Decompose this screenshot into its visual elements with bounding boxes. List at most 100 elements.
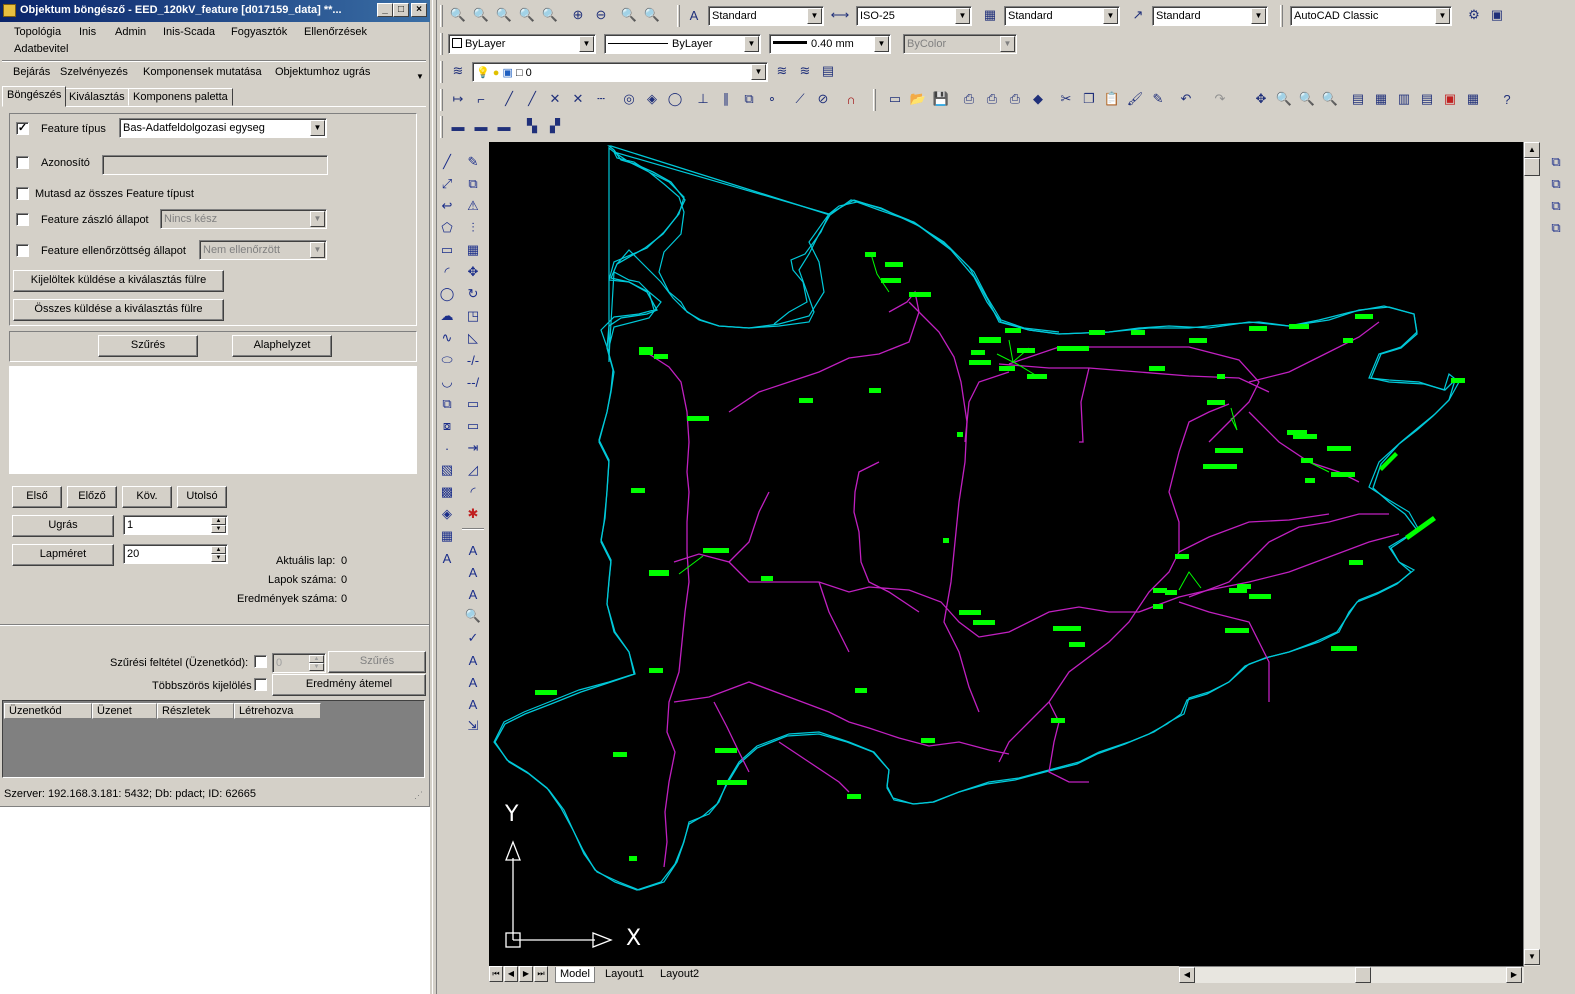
chevron-down-icon[interactable]: ▼: [1000, 36, 1015, 52]
plot-icon[interactable]: ⎙: [959, 89, 979, 109]
stretch-icon[interactable]: ◺: [463, 328, 483, 348]
column-header-letrehozva[interactable]: Létrehozva: [234, 703, 321, 719]
spline-icon[interactable]: ∿: [437, 328, 457, 348]
toolbar-bejaras[interactable]: Bejárás: [13, 66, 50, 78]
tab-next-icon[interactable]: ▶: [519, 966, 533, 982]
spin-up-icon[interactable]: ▲: [211, 517, 226, 525]
text-style-icon[interactable]: A: [684, 5, 704, 25]
page-size-button[interactable]: Lapméret: [12, 544, 114, 566]
text-style-select[interactable]: Standard ▼: [708, 6, 824, 26]
polygon-icon[interactable]: ⬠: [437, 218, 457, 238]
rotate-icon[interactable]: ↻: [463, 284, 483, 304]
save-icon[interactable]: 💾: [931, 89, 951, 109]
maximize-button[interactable]: □: [393, 3, 409, 17]
snap-insert-icon[interactable]: ⧉: [739, 89, 759, 109]
zoom-window-icon[interactable]: 🔍: [1297, 89, 1317, 109]
new-icon[interactable]: ▭: [885, 89, 905, 109]
column-header-reszletek[interactable]: Részletek: [157, 703, 234, 719]
spin-down-icon[interactable]: ▼: [211, 525, 226, 533]
multileader-style-icon[interactable]: ↗: [1128, 5, 1148, 25]
cut-icon[interactable]: ✂: [1056, 89, 1076, 109]
zoom-in-icon[interactable]: ⊕: [568, 5, 588, 25]
chevron-down-icon[interactable]: ▼: [744, 36, 759, 52]
spin-down-icon[interactable]: ▼: [309, 663, 324, 671]
chamfer-icon[interactable]: ◿: [463, 460, 483, 480]
zoom-all-icon[interactable]: 🔍: [619, 5, 639, 25]
checked-state-checkbox[interactable]: [16, 244, 29, 257]
snap-node-icon[interactable]: ∘: [762, 89, 782, 109]
mirror-icon[interactable]: ⚠: [463, 196, 483, 216]
multileader-style-select[interactable]: Standard ▼: [1152, 6, 1268, 26]
toolbar-grip[interactable]: [1280, 5, 1283, 27]
pan-realtime-icon[interactable]: ✥: [1251, 89, 1271, 109]
zoom-window-icon[interactable]: 🔍: [471, 5, 491, 25]
snap-perpendicular-icon[interactable]: ⊥: [693, 89, 713, 109]
dim-style-icon[interactable]: ⟷: [830, 5, 850, 25]
scroll-right-icon[interactable]: ▶: [1506, 967, 1522, 983]
snap-parallel-icon[interactable]: ∥: [716, 89, 736, 109]
snap-nearest-icon[interactable]: ⟋: [790, 89, 810, 109]
last-page-button[interactable]: Utolsó: [177, 486, 227, 508]
color-select[interactable]: ByLayer ▼: [448, 34, 596, 54]
snap-apparent-intersection-icon[interactable]: ✕: [568, 89, 588, 109]
draw-order-front-icon[interactable]: ▬: [448, 116, 468, 136]
snap-quadrant-icon[interactable]: ◈: [642, 89, 662, 109]
polyline-icon[interactable]: ↩: [437, 196, 457, 216]
show-all-checkbox[interactable]: [16, 187, 29, 200]
page-size-input[interactable]: 20 ▲ ▼: [123, 544, 228, 564]
draw-order-above-icon[interactable]: ▬: [494, 116, 514, 136]
linetype-select[interactable]: ByLayer ▼: [604, 34, 761, 54]
make-layer-current-icon[interactable]: ≋: [772, 61, 792, 81]
array-icon[interactable]: ▦: [463, 240, 483, 260]
lineweight-select[interactable]: 0.40 mm ▼: [769, 34, 891, 54]
erase-icon[interactable]: ✎: [463, 152, 483, 172]
insert-block-icon[interactable]: ⧉: [437, 394, 457, 414]
send-selected-button[interactable]: Kijelöltek küldése a kiválasztás fülre: [13, 270, 224, 292]
checked-state-select[interactable]: Nem ellenőrzött ▼: [199, 240, 327, 260]
lock-icon[interactable]: ▣: [1487, 5, 1507, 25]
justify-text-icon[interactable]: A: [463, 694, 483, 714]
chevron-down-icon[interactable]: ▼: [874, 36, 889, 52]
move-icon[interactable]: ✥: [463, 262, 483, 282]
feature-type-select[interactable]: Bas-Adatfeldolgozasi egyseg ▼: [119, 118, 327, 138]
zoom-realtime-icon[interactable]: 🔍: [1274, 89, 1294, 109]
workspace-settings-icon[interactable]: ⚙: [1464, 5, 1484, 25]
plot-preview-icon[interactable]: ⎙: [982, 89, 1002, 109]
fillet-icon[interactable]: ◜: [463, 482, 483, 502]
toolbar-grip[interactable]: [440, 61, 443, 83]
text-front-icon[interactable]: ▚: [522, 116, 542, 136]
copy-object-icon[interactable]: ⧉: [463, 174, 483, 194]
splitter[interactable]: [0, 624, 429, 626]
break-icon[interactable]: ▭: [463, 416, 483, 436]
point-icon[interactable]: ·: [437, 438, 457, 458]
snap-temp-track-icon[interactable]: ↦: [448, 89, 468, 109]
tab-komponens-paletta[interactable]: Komponens paletta: [128, 88, 233, 106]
gradient-icon[interactable]: ▩: [437, 482, 457, 502]
toolbar-grip[interactable]: [873, 89, 876, 111]
text-icon[interactable]: A: [463, 540, 483, 560]
3d-dwf-icon[interactable]: ◆: [1028, 89, 1048, 109]
column-header-uzenetkod[interactable]: Üzenetkód: [4, 703, 92, 719]
properties-icon[interactable]: ▤: [1348, 89, 1368, 109]
chevron-down-icon[interactable]: ▼: [310, 242, 325, 258]
toolbar-grip[interactable]: [440, 33, 443, 55]
paste-icon[interactable]: 📋: [1102, 89, 1122, 109]
table-icon[interactable]: ▦: [437, 526, 457, 546]
scroll-left-icon[interactable]: ◀: [1179, 967, 1195, 983]
undo-icon[interactable]: ↶: [1176, 89, 1196, 109]
scroll-up-icon[interactable]: ▲: [1524, 142, 1540, 158]
tab-layout1[interactable]: Layout1: [601, 967, 648, 983]
chevron-down-icon[interactable]: ▼: [807, 8, 822, 24]
ellipse-arc-icon[interactable]: ◡: [437, 372, 457, 392]
horizontal-scrollbar[interactable]: ◀ ▶: [1179, 966, 1524, 983]
revision-cloud-icon[interactable]: ☁: [437, 306, 457, 326]
tab-kivalasztas[interactable]: Kiválasztás: [64, 88, 130, 106]
chevron-down-icon[interactable]: ▼: [955, 8, 970, 24]
tab-layout2[interactable]: Layout2: [656, 967, 703, 983]
draw-order-back-icon[interactable]: ▬: [471, 116, 491, 136]
design-center-icon[interactable]: ▦: [1371, 89, 1391, 109]
viewport-icon[interactable]: ⧉: [1546, 152, 1566, 172]
chevron-down-icon[interactable]: ▼: [1251, 8, 1266, 24]
layer-select[interactable]: 💡 ● ▣ □ 0 ▼: [472, 62, 768, 82]
ellipse-icon[interactable]: ⬭: [437, 350, 457, 370]
